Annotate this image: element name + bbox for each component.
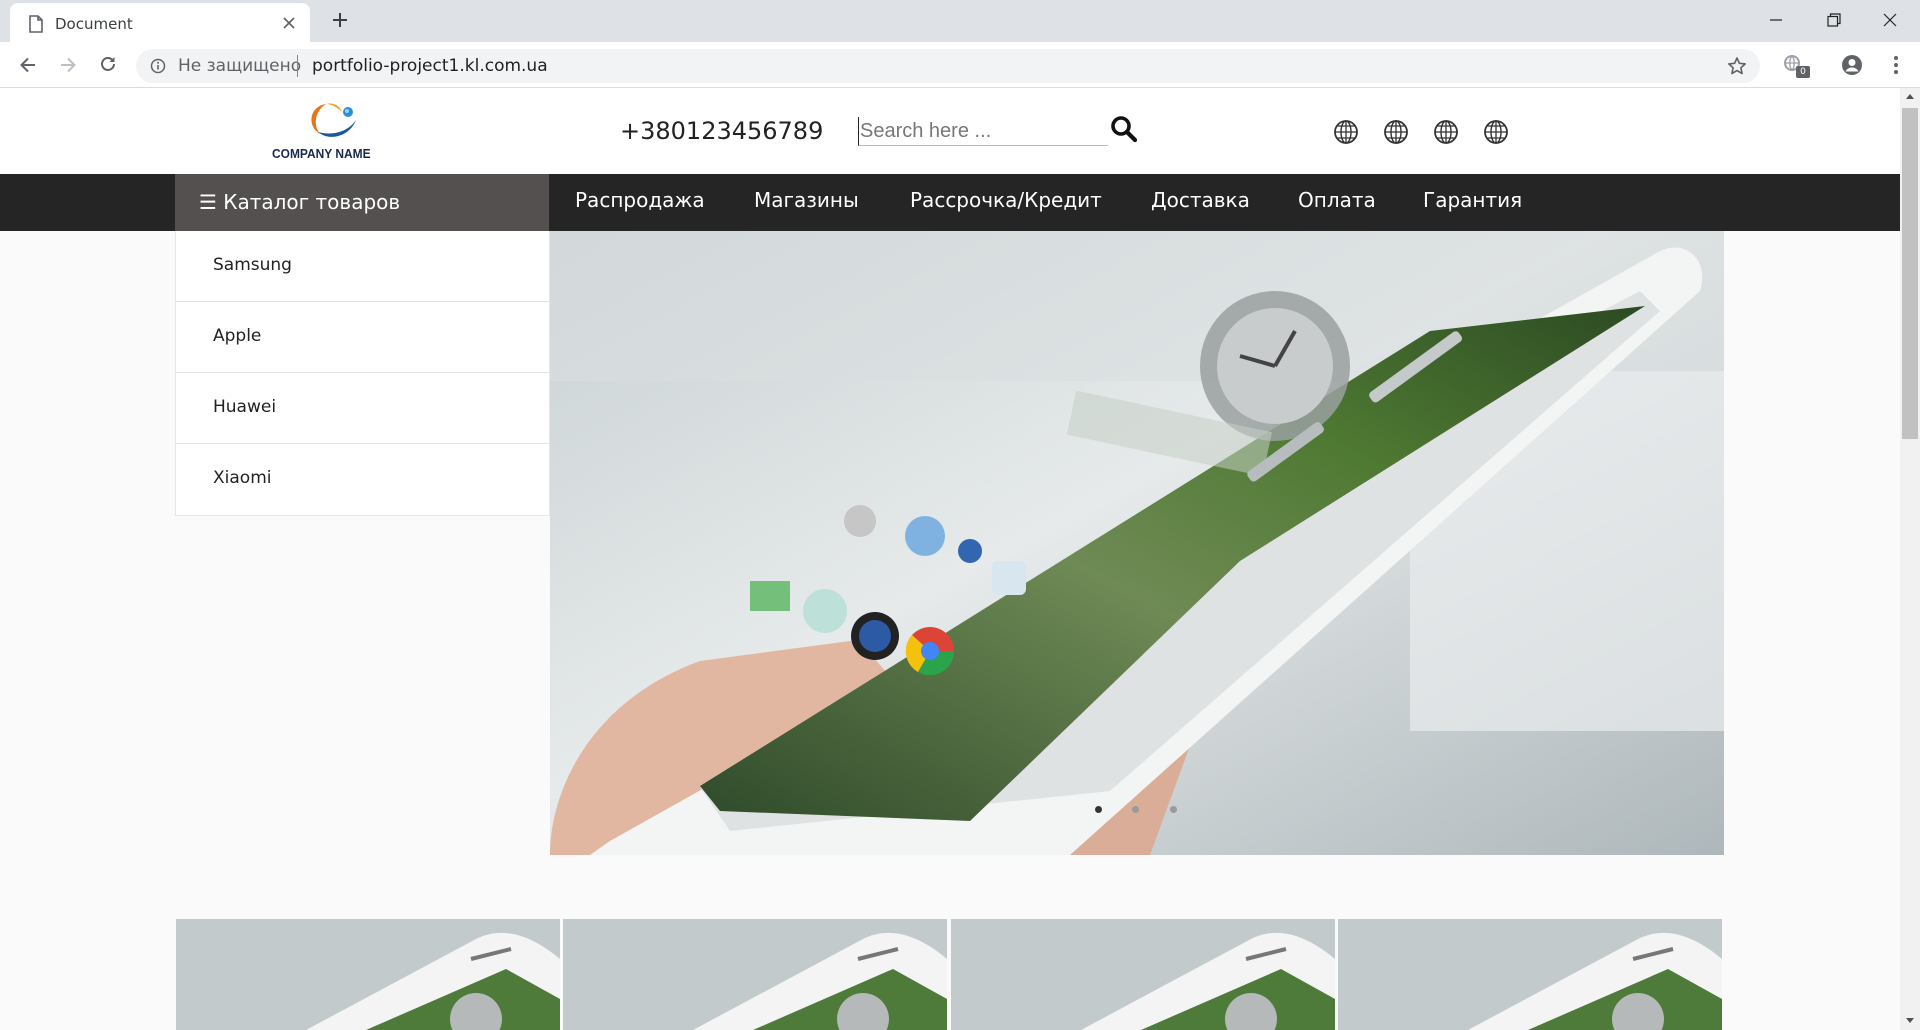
back-icon[interactable]: [18, 55, 38, 75]
globe-icon[interactable]: [1383, 119, 1409, 145]
company-logo[interactable]: [296, 98, 378, 146]
globe-icon[interactable]: [1333, 119, 1359, 145]
slider-dot[interactable]: [1170, 806, 1177, 813]
product-card-image: [563, 919, 947, 1030]
sidebar-item-samsung[interactable]: Samsung: [176, 231, 549, 302]
logo-text: COMPANY NAME: [272, 146, 371, 161]
window-close-button[interactable]: [1866, 6, 1914, 34]
address-bar[interactable]: Не защищено portfolio-project1.kl.com.ua: [136, 49, 1760, 83]
document-icon: [29, 15, 43, 33]
minimize-icon: [1770, 19, 1782, 21]
sidebar-item-apple[interactable]: Apple: [176, 302, 549, 373]
minimize-button[interactable]: [1752, 6, 1800, 34]
search-input[interactable]: [858, 117, 1108, 146]
scroll-down-arrow[interactable]: [1906, 1018, 1914, 1023]
scrollbar-thumb[interactable]: [1902, 108, 1918, 439]
restore-button[interactable]: [1810, 6, 1858, 34]
extension-badge: 0: [1796, 66, 1810, 78]
search-icon[interactable]: [1108, 113, 1140, 145]
forward-icon[interactable]: [58, 55, 78, 75]
close-icon[interactable]: [282, 16, 296, 30]
web-page: COMPANY NAME +380123456789 ☰ Каталог тов…: [0, 88, 1900, 1030]
slider-dot-active[interactable]: [1095, 806, 1102, 813]
globe-icon[interactable]: [1483, 119, 1509, 145]
product-card[interactable]: [176, 919, 560, 1030]
url-text[interactable]: portfolio-project1.kl.com.ua: [312, 56, 548, 76]
nav-link-credit[interactable]: Рассрочка/Кредит: [910, 188, 1102, 212]
product-card-image: [176, 919, 560, 1030]
product-card[interactable]: [1338, 919, 1722, 1030]
security-indicator[interactable]: Не защищено: [178, 56, 301, 76]
reload-icon[interactable]: [98, 54, 118, 74]
menu-icon[interactable]: [1888, 53, 1904, 77]
url-separator: [297, 55, 298, 77]
catalog-button[interactable]: ☰ Каталог товаров: [175, 174, 549, 231]
catalog-sidebar: Samsung Apple Huawei Xiaomi: [175, 231, 550, 516]
globe-icon[interactable]: [1433, 119, 1459, 145]
product-card-image: [1338, 919, 1722, 1030]
product-card[interactable]: [951, 919, 1335, 1030]
smartphone-banner-image: [550, 231, 1724, 855]
sidebar-item-huawei[interactable]: Huawei: [176, 373, 549, 444]
star-icon[interactable]: [1727, 56, 1747, 76]
browser-toolbar: Не защищено portfolio-project1.kl.com.ua…: [0, 42, 1920, 88]
site-header: COMPANY NAME +380123456789: [0, 88, 1900, 174]
main-nav: ☰ Каталог товаров Распродажа Магазины Ра…: [0, 174, 1900, 231]
nav-link-warranty[interactable]: Гарантия: [1423, 188, 1522, 212]
restore-icon: [1827, 13, 1841, 27]
tab-title: Document: [55, 15, 133, 33]
hero-slider[interactable]: [550, 231, 1724, 855]
sidebar-item-xiaomi[interactable]: Xiaomi: [176, 444, 549, 515]
plus-icon[interactable]: [330, 10, 350, 30]
close-icon: [1883, 13, 1897, 27]
info-icon[interactable]: [150, 58, 166, 74]
product-card-image: [951, 919, 1335, 1030]
phone-number[interactable]: +380123456789: [620, 117, 823, 145]
nav-link-delivery[interactable]: Доставка: [1151, 188, 1250, 212]
nav-link-sale[interactable]: Распродажа: [575, 188, 705, 212]
scroll-up-arrow[interactable]: [1906, 94, 1914, 99]
nav-link-stores[interactable]: Магазины: [754, 188, 859, 212]
tab-strip: Document: [0, 0, 1920, 42]
product-card[interactable]: [563, 919, 947, 1030]
nav-link-payment[interactable]: Оплата: [1298, 188, 1376, 212]
slider-dot[interactable]: [1132, 806, 1139, 813]
browser-tab[interactable]: Document: [10, 3, 310, 42]
account-icon[interactable]: [1840, 53, 1864, 77]
